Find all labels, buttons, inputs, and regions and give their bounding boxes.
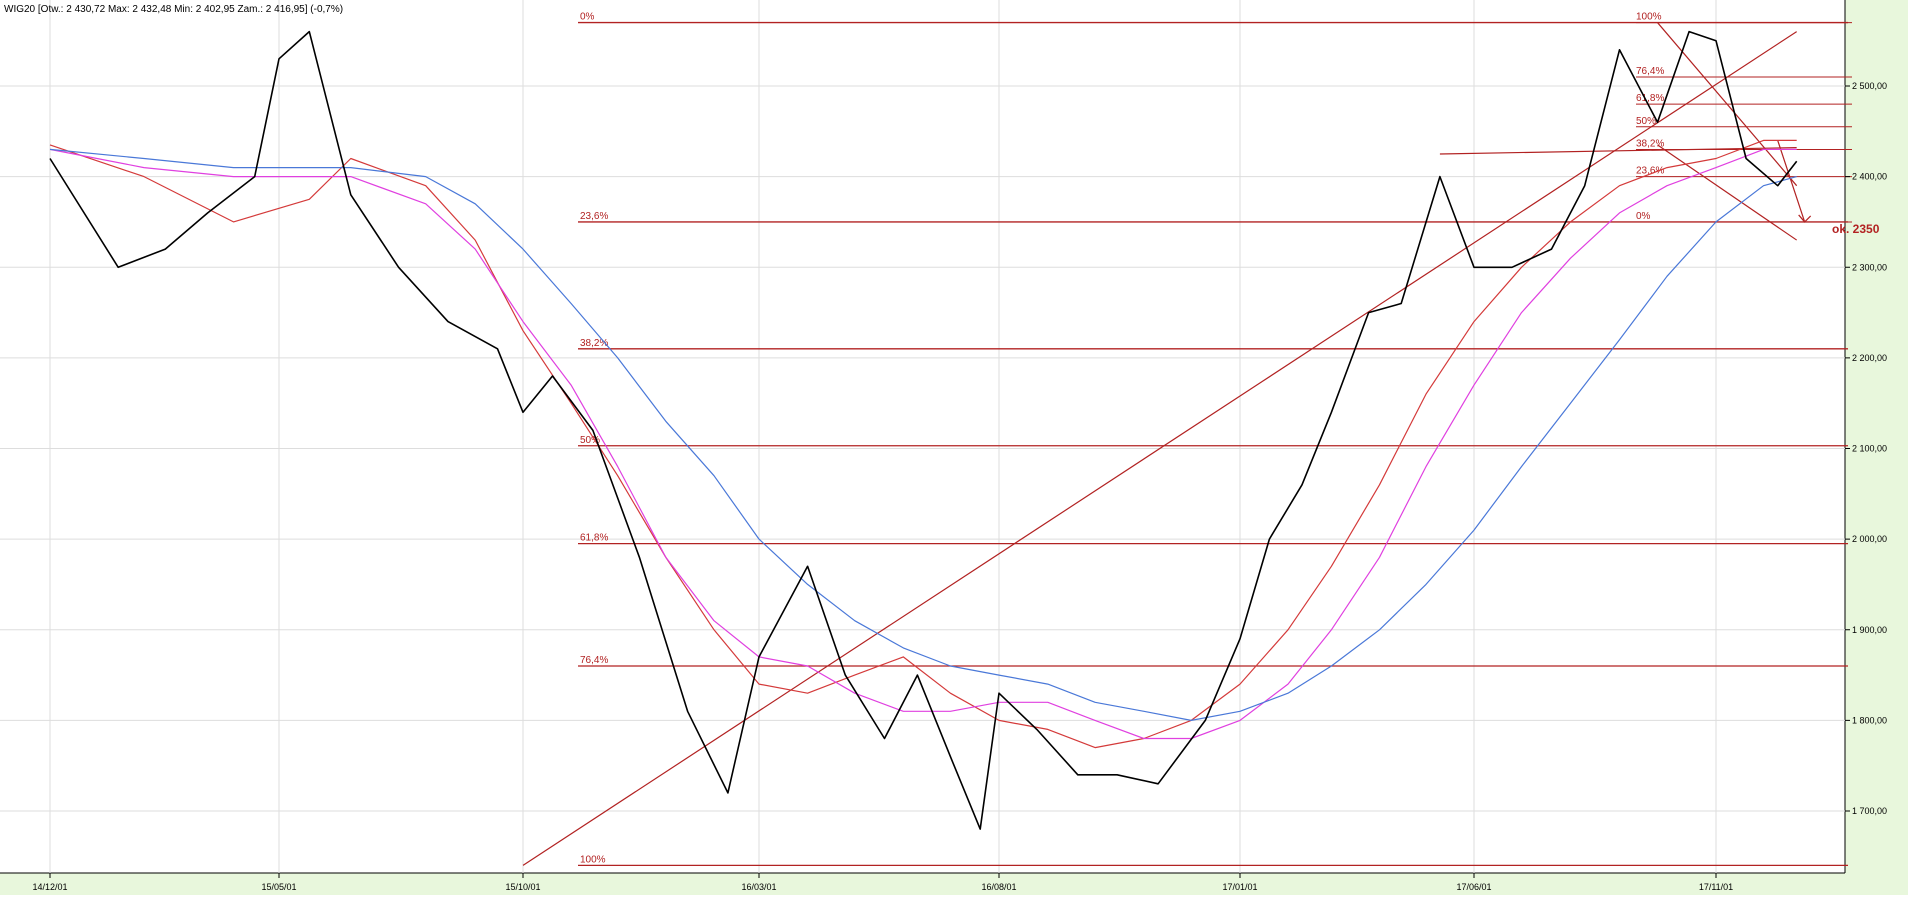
target-annotation: ok. 2350 xyxy=(1832,222,1880,236)
x-tick-label: 16/08/01 xyxy=(981,882,1016,892)
fib-level-label: 0% xyxy=(580,12,595,23)
x-tick-label: 14/12/01 xyxy=(32,882,67,892)
fib-level-label: 61,8% xyxy=(580,533,608,544)
y-tick-label: 2 100,00 xyxy=(1852,444,1887,454)
x-tick-label: 16/03/01 xyxy=(741,882,776,892)
y-tick-label: 1 900,00 xyxy=(1852,625,1887,635)
grid-layer xyxy=(0,0,1908,895)
y-tick-label: 1 700,00 xyxy=(1852,806,1887,816)
fib-level-label: 100% xyxy=(580,854,606,865)
fib-level-label: 23,6% xyxy=(580,211,608,222)
fib-level-label: 76,4% xyxy=(580,655,608,666)
x-tick-label: 17/06/01 xyxy=(1456,882,1491,892)
fib-small-label: 76,4% xyxy=(1636,66,1664,77)
wig20-chart: 0%23,6%38,2%50%61,8%76,4%100% 100%76,4%6… xyxy=(0,0,1908,895)
x-tick-label: 15/05/01 xyxy=(261,882,296,892)
chart-title: WIG20 [Otw.: 2 430,72 Max: 2 432,48 Min:… xyxy=(4,4,343,15)
y-tick-label: 2 200,00 xyxy=(1852,353,1887,363)
y-tick-label: 1 800,00 xyxy=(1852,715,1887,725)
fib-level-label: 38,2% xyxy=(580,338,608,349)
fib-small-label: 23,6% xyxy=(1636,166,1664,177)
chart-container: 0% 23,6% 38,2% 50% 61,8% 76,4% 100% 100% 76,4% 6… xyxy=(0,0,1908,895)
fib-small-label: 0% xyxy=(1636,211,1651,222)
y-tick-label: 2 400,00 xyxy=(1852,172,1887,182)
fib-small-label: 100% xyxy=(1636,12,1662,23)
y-tick-label: 2 300,00 xyxy=(1852,262,1887,272)
fib-small-label: 38,2% xyxy=(1636,138,1664,149)
x-tick-label: 17/01/01 xyxy=(1222,882,1257,892)
plot-area xyxy=(0,0,1845,873)
x-tick-label: 17/11/01 xyxy=(1699,882,1733,892)
y-tick-label: 2 500,00 xyxy=(1852,81,1887,91)
y-tick-label: 2 000,00 xyxy=(1852,534,1887,544)
x-tick-label: 15/10/01 xyxy=(505,882,540,892)
fib-small-label: 61,8% xyxy=(1636,93,1664,104)
